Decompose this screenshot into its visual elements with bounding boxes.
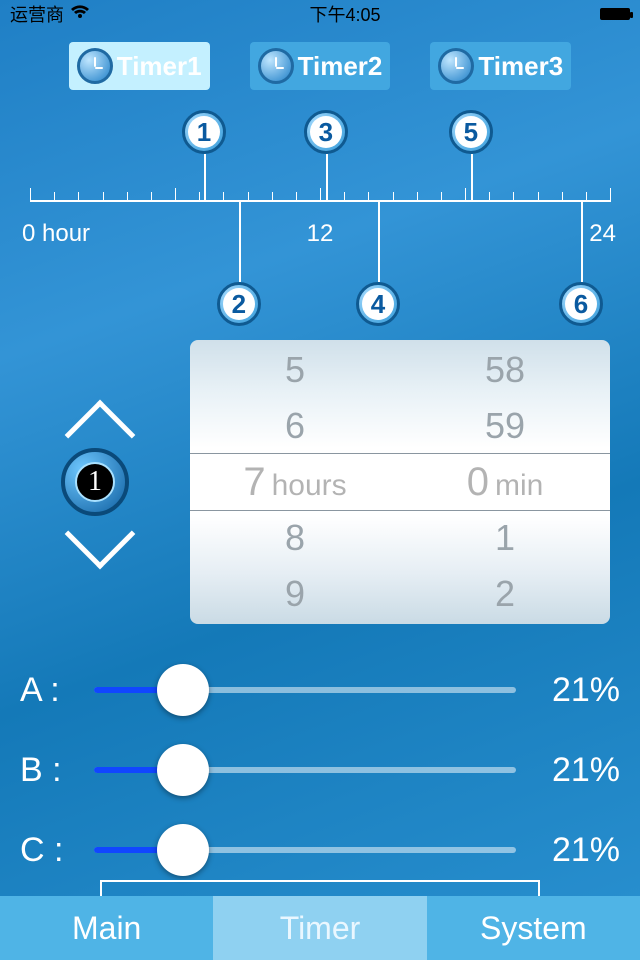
nav-timer[interactable]: Timer — [213, 896, 426, 960]
picker-item[interactable]: 59 — [485, 398, 525, 454]
tab-timer1[interactable]: Timer1 — [69, 42, 210, 90]
timeline-node-1[interactable]: 1 — [182, 110, 226, 154]
timeline-node-number: 4 — [362, 288, 394, 320]
timeline-node-5[interactable]: 5 — [449, 110, 493, 154]
timeline-node-3[interactable]: 3 — [304, 110, 348, 154]
channel-sliders: A : 21% B : 21% C : 21% — [20, 650, 620, 890]
picker-item[interactable]: 9 — [285, 566, 305, 622]
step-up-button[interactable] — [50, 390, 140, 430]
timeline-node-6[interactable]: 6 — [559, 282, 603, 326]
clock-icon — [258, 48, 294, 84]
slider-value: 21% — [530, 751, 620, 790]
bottom-nav: Main Timer System — [0, 896, 640, 960]
nav-main[interactable]: Main — [0, 896, 213, 960]
slider-b[interactable] — [94, 767, 516, 773]
wifi-icon — [70, 4, 90, 25]
tab-timer2[interactable]: Timer2 — [250, 42, 391, 90]
timer-tabs: Timer1 Timer2 Timer3 — [0, 42, 640, 90]
nav-label: System — [480, 910, 587, 947]
clock-icon — [77, 48, 113, 84]
time-picker-row: 1 567hours89 58590min12 — [0, 340, 640, 624]
step-down-button[interactable] — [50, 534, 140, 574]
slider-row-c: C : 21% — [20, 810, 620, 890]
timeline-label-24: 24 — [589, 220, 616, 248]
timeline-node-2[interactable]: 2 — [217, 282, 261, 326]
picker-item[interactable]: 6 — [285, 398, 305, 454]
status-bar: 运营商 下午4:05 — [0, 0, 640, 28]
tab-label: Timer2 — [298, 51, 383, 82]
battery-icon — [600, 8, 630, 20]
slider-row-b: B : 21% — [20, 730, 620, 810]
timeline-node-number: 3 — [310, 116, 342, 148]
slider-c[interactable] — [94, 847, 516, 853]
timeline-label-0: 0 hour — [22, 220, 90, 248]
slider-row-a: A : 21% — [20, 650, 620, 730]
picker-item[interactable]: 7hours — [243, 454, 346, 510]
slider-label: B : — [20, 751, 80, 790]
nav-system[interactable]: System — [427, 896, 640, 960]
slider-label: A : — [20, 671, 80, 710]
current-node-number: 1 — [88, 466, 102, 498]
slider-label: C : — [20, 831, 80, 870]
picker-item[interactable]: 2 — [495, 566, 515, 622]
timeline-label-12: 12 — [307, 220, 334, 248]
timeline-node-4[interactable]: 4 — [356, 282, 400, 326]
tab-timer3[interactable]: Timer3 — [430, 42, 571, 90]
picker-item[interactable]: 5 — [285, 342, 305, 398]
timeline-node-number: 1 — [188, 116, 220, 148]
timeline-node-number: 6 — [565, 288, 597, 320]
time-picker[interactable]: 567hours89 58590min12 — [190, 340, 610, 624]
tab-label: Timer1 — [117, 51, 202, 82]
nav-label: Main — [72, 910, 141, 947]
slider-value: 21% — [530, 831, 620, 870]
picker-item[interactable]: 1 — [495, 510, 515, 566]
status-time: 下午4:05 — [309, 1, 380, 27]
carrier-label: 运营商 — [10, 1, 64, 27]
timeline-node-number: 2 — [223, 288, 255, 320]
picker-item[interactable]: 8 — [285, 510, 305, 566]
clock-icon — [438, 48, 474, 84]
picker-item[interactable]: 0min — [467, 454, 544, 510]
slider-a[interactable] — [94, 687, 516, 693]
slider-value: 21% — [530, 671, 620, 710]
tab-label: Timer3 — [478, 51, 563, 82]
timeline: 0 hour 12 24 123456 — [0, 120, 640, 360]
timeline-node-number: 5 — [455, 116, 487, 148]
picker-item[interactable]: 58 — [485, 342, 525, 398]
nav-label: Timer — [280, 910, 361, 947]
